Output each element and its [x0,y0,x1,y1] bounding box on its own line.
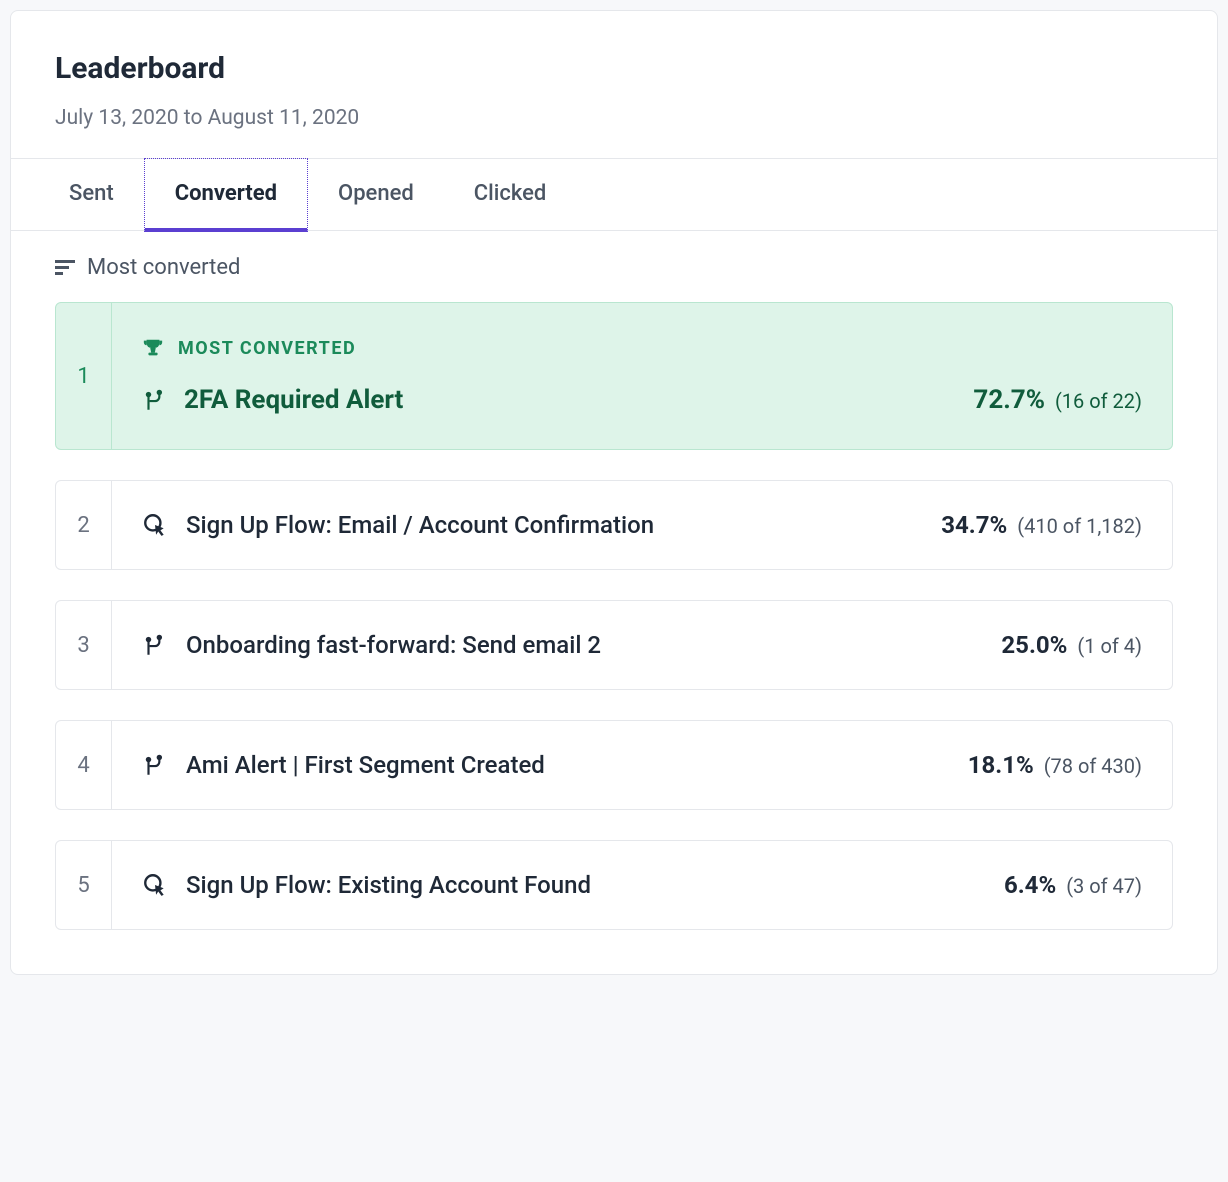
page-title: Leaderboard [55,51,1173,86]
row-stats: 72.7% (16 of 22) [973,385,1142,415]
tab-list: Sent Converted Opened Clicked [11,158,1217,231]
row-name: Ami Alert | First Segment Created [186,751,545,779]
row-stats: 6.4% (3 of 47) [1004,871,1142,899]
leaderboard-row[interactable]: 1 MOST CONVERTED [55,302,1173,450]
sort-icon [55,260,75,276]
row-body: Sign Up Flow: Email / Account Confirmati… [112,481,1172,569]
row-body: Onboarding fast-forward: Send email 2 25… [112,601,1172,689]
row-count: (16 of 22) [1055,389,1142,413]
row-name: 2FA Required Alert [184,385,403,415]
row-pct: 6.4% [1004,871,1056,899]
row-stats: 34.7% (410 of 1,182) [941,511,1142,539]
date-range: July 13, 2020 to August 11, 2020 [55,106,1173,130]
row-pct: 34.7% [941,511,1007,539]
leaderboard-row[interactable]: 3 Onboarding fast-forward: Send email 2 … [55,600,1173,690]
tab-converted[interactable]: Converted [144,158,308,232]
trophy-icon [142,337,164,359]
card-header: Leaderboard July 13, 2020 to August 11, … [11,11,1217,158]
leaderboard-content: Most converted 1 MOST CONVERTED [11,231,1217,974]
row-count: (1 of 4) [1077,634,1142,658]
row-pct: 18.1% [968,751,1034,779]
leaderboard-card: Leaderboard July 13, 2020 to August 11, … [10,10,1218,975]
tab-clicked[interactable]: Clicked [444,159,577,230]
rank-number: 5 [56,841,112,929]
row-name: Sign Up Flow: Existing Account Found [186,871,591,899]
row-body: Ami Alert | First Segment Created 18.1% … [112,721,1172,809]
rank-number: 2 [56,481,112,569]
row-stats: 25.0% (1 of 4) [1001,631,1142,659]
rank-number: 3 [56,601,112,689]
tab-opened[interactable]: Opened [308,159,444,230]
sort-label: Most converted [87,255,240,280]
row-name: Sign Up Flow: Email / Account Confirmati… [186,511,654,539]
workflow-branch-icon [142,752,168,778]
row-stats: 18.1% (78 of 430) [968,751,1142,779]
tab-sent[interactable]: Sent [55,159,144,230]
cursor-click-icon [142,512,168,538]
row-pct: 25.0% [1001,631,1067,659]
workflow-branch-icon [142,632,168,658]
row-body: Sign Up Flow: Existing Account Found 6.4… [112,841,1172,929]
rank-number: 4 [56,721,112,809]
winner-label: MOST CONVERTED [178,338,356,359]
workflow-branch-icon [142,387,168,413]
row-main: 2FA Required Alert 72.7% (16 of 22) [142,385,1142,415]
row-count: (78 of 430) [1044,754,1142,778]
row-pct: 72.7% [973,385,1045,415]
row-count: (3 of 47) [1066,874,1142,898]
cursor-click-icon [142,872,168,898]
leaderboard-row[interactable]: 4 Ami Alert | First Segment Created 18.1… [55,720,1173,810]
leaderboard-row[interactable]: 5 Sign Up Flow: Existing Account Found 6… [55,840,1173,930]
row-name: Onboarding fast-forward: Send email 2 [186,631,601,659]
row-body: MOST CONVERTED 2FA Required Alert 72.7% [112,303,1172,449]
sort-indicator[interactable]: Most converted [55,255,1173,280]
winner-badge: MOST CONVERTED [142,337,1142,359]
row-count: (410 of 1,182) [1017,514,1142,538]
leaderboard-row[interactable]: 2 Sign Up Flow: Email / Account Confirma… [55,480,1173,570]
rank-number: 1 [56,303,112,449]
